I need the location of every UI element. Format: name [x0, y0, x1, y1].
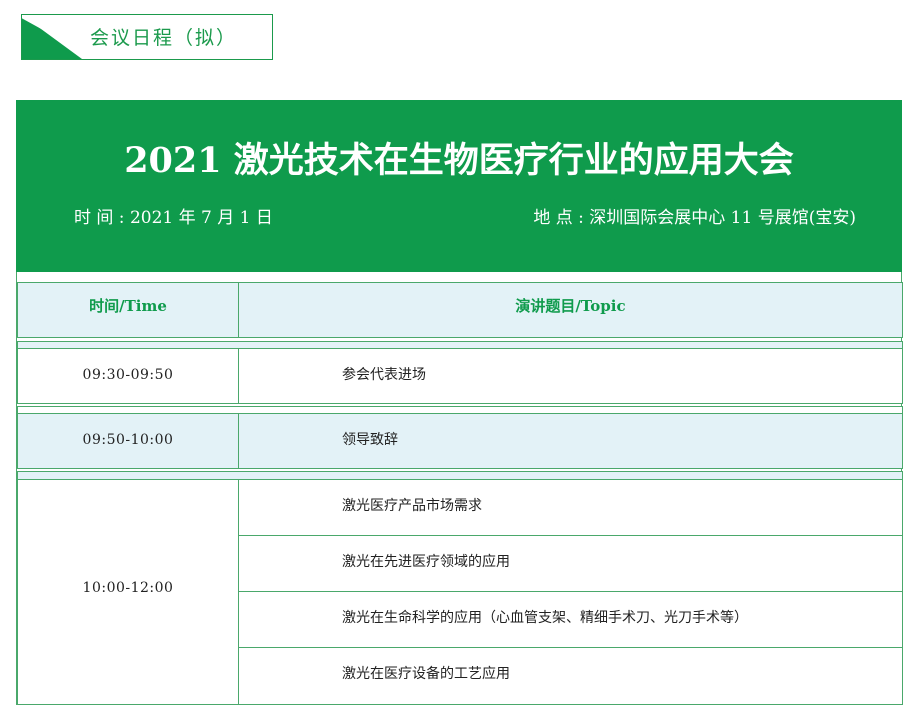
header-time: 时间/Time [89, 297, 167, 315]
conference-place: 地 点 : 深圳国际会展中心 11 号展馆(宝安) [533, 208, 856, 228]
table-row-topic-cell: 激光在医疗设备的工艺应用 [238, 647, 903, 705]
conference-time: 时 间 : 2021 年 7 月 1 日 [74, 208, 273, 228]
table-row-topic-cell: 激光医疗产品市场需求 [238, 479, 903, 536]
row-time: 09:30-09:50 [82, 367, 174, 383]
conference-banner: 2021 激光技术在生物医疗行业的应用大会 时 间 : 2021 年 7 月 1… [16, 100, 902, 272]
table-row-topic-cell: 激光在生命科学的应用（心血管支架、精细手术刀、光刀手术等） [238, 591, 903, 648]
table-row-time-cell: 10:00-12:00 [17, 479, 239, 705]
schedule-table: 时间/Time 演讲题目/Topic 09:30-09:50 参会代表进场 09… [16, 272, 903, 705]
table-row-time-cell: 09:50-10:00 [17, 413, 239, 469]
header-topic-cell: 演讲题目/Topic [238, 282, 903, 338]
table-row-topic-cell: 激光在先进医疗领域的应用 [238, 535, 903, 592]
table-row-topic-cell: 领导致辞 [238, 413, 903, 469]
row-topic: 激光在先进医疗领域的应用 [342, 554, 510, 570]
row-topic: 激光在生命科学的应用（心血管支架、精细手术刀、光刀手术等） [342, 610, 748, 626]
row-time: 09:50-10:00 [82, 432, 174, 448]
conference-title: 2021 激光技术在生物医疗行业的应用大会 [124, 140, 794, 181]
row-topic: 领导致辞 [342, 432, 398, 448]
section-tag: 会议日程（拟） [21, 14, 273, 60]
header-topic: 演讲题目/Topic [515, 297, 626, 315]
section-tag-label: 会议日程（拟） [90, 27, 238, 49]
row-time: 10:00-12:00 [82, 580, 174, 596]
table-row-topic-cell: 参会代表进场 [238, 348, 903, 404]
header-time-cell: 时间/Time [17, 282, 239, 338]
row-topic: 参会代表进场 [342, 367, 426, 383]
row-topic: 激光医疗产品市场需求 [342, 498, 482, 514]
row-topic: 激光在医疗设备的工艺应用 [342, 666, 510, 682]
table-row-time-cell: 09:30-09:50 [17, 348, 239, 404]
